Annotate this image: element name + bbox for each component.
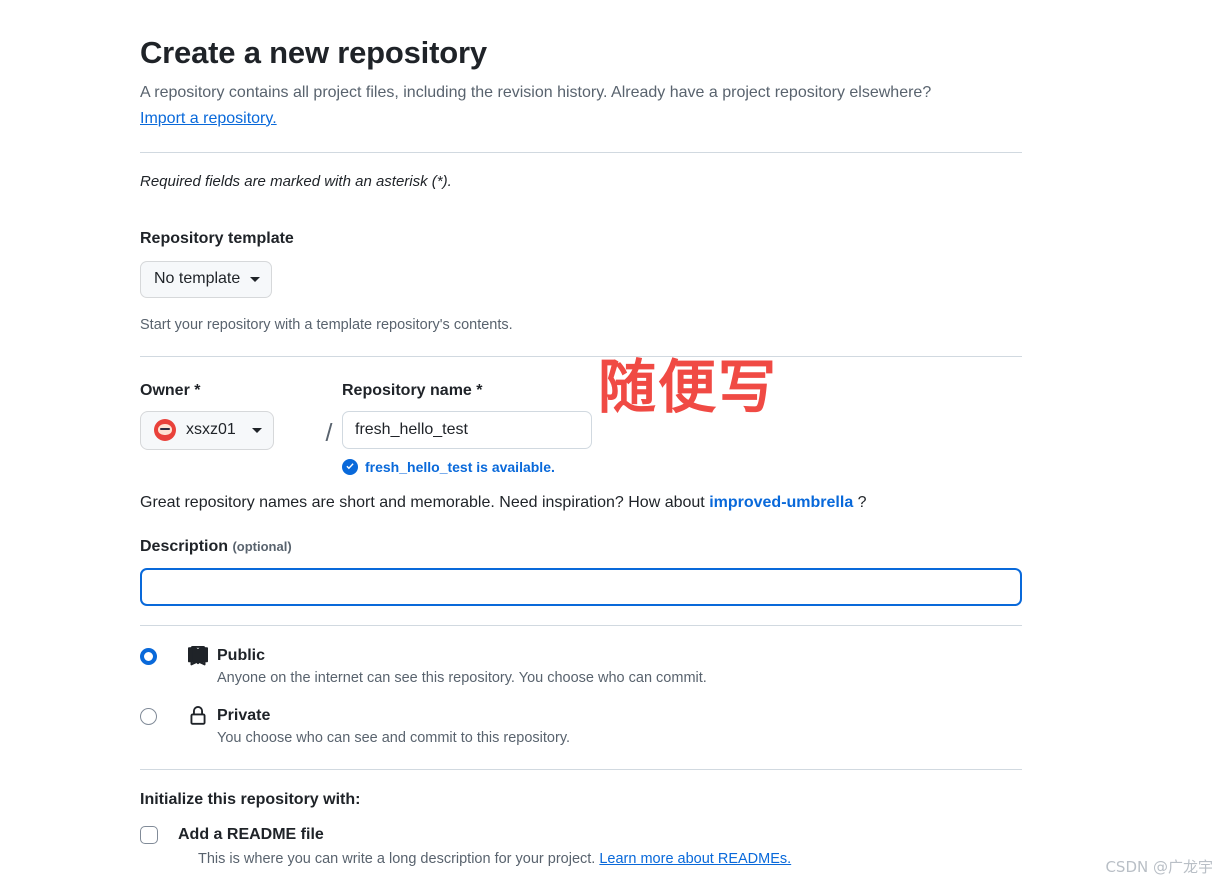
description-input[interactable] [140,567,1022,606]
inspiration-text: Great repository names are short and mem… [140,490,980,516]
chevron-down-icon [250,276,261,282]
visibility-option-public[interactable]: Public Anyone on the internet can see th… [140,645,1022,688]
repository-template-select[interactable]: No template [140,260,273,298]
owner-selected-value: xsxz01 [186,421,236,439]
create-repository-page: Create a new repository A repository con… [0,0,1227,885]
visibility-section: Public Anyone on the internet can see th… [140,645,1022,748]
description-label: Description (optional) [140,536,1022,558]
private-option-text: Private You choose who can see and commi… [217,705,570,748]
initialize-label: Initialize this repository with: [140,790,361,808]
description-optional-tag: (optional) [232,538,292,554]
divider-header [140,151,1022,153]
divider-template [140,355,1022,357]
private-title: Private [217,706,271,724]
owner-and-name-section: Owner * xsxz01 / Repository name * fresh… [140,380,1022,516]
owner-label: Owner * [140,381,201,399]
readme-checkbox[interactable] [140,825,158,844]
chevron-down-icon [251,427,262,433]
owner-select[interactable]: xsxz01 [140,410,274,450]
repository-name-input[interactable] [342,410,592,449]
repository-name-field: Repository name * fresh_hello_test is av… [342,380,592,476]
repository-name-label: Repository name * [342,381,483,399]
repository-template-section: Repository template No template Start yo… [140,228,1022,335]
public-radio[interactable] [140,647,157,665]
initialize-section: Initialize this repository with: Add a R… [140,789,1022,869]
divider-visibility [140,768,1022,770]
slash-separator: / [325,418,333,447]
suggested-name-link[interactable]: improved-umbrella [709,494,853,511]
repository-name-availability: fresh_hello_test is available. [342,458,592,476]
repository-template-help: Start your repository with a template re… [140,316,513,333]
private-description: You choose who can see and commit to thi… [217,729,571,746]
readme-option[interactable]: Add a README file This is where you can … [140,824,1022,869]
avatar [154,419,176,442]
readme-learn-more-link[interactable]: Learn more about READMEs. [599,851,791,867]
private-radio[interactable] [140,707,157,725]
red-annotation: 随便写 [598,353,779,421]
availability-text: fresh_hello_test is available. [365,458,555,475]
page-description-text: A repository contains all project files,… [140,83,932,101]
inspiration-prefix: Great repository names are short and mem… [140,493,705,511]
page-description: A repository contains all project files,… [140,80,980,132]
divider-description [140,624,1022,626]
public-description: Anyone on the internet can see this repo… [217,669,707,686]
page-title: Create a new repository [140,35,487,70]
owner-field: Owner * xsxz01 [140,380,316,450]
readme-description-text: This is where you can write a long descr… [198,850,596,867]
readme-option-text: Add a README file This is where you can … [178,824,791,869]
owner-name-separator: / [316,380,342,446]
inspiration-suffix: ? [857,493,867,511]
visibility-option-private[interactable]: Private You choose who can see and commi… [140,705,1022,748]
repository-template-label: Repository template [140,229,294,247]
import-repository-link[interactable]: Import a repository. [140,110,277,127]
readme-title: Add a README file [178,825,324,843]
readme-description: This is where you can write a long descr… [198,849,791,869]
check-circle-icon [342,458,358,475]
csdn-watermark: CSDN @广龙宇 [1105,858,1213,876]
repository-template-selected-value: No template [154,270,241,288]
new-repository-form: Create a new repository A repository con… [140,0,1022,885]
public-option-text: Public Anyone on the internet can see th… [217,645,707,688]
required-fields-note: Required fields are marked with an aster… [140,172,452,190]
description-label-text: Description [140,537,229,555]
repo-book-icon [185,645,211,666]
description-section: Description (optional) [140,536,1022,606]
public-title: Public [217,646,266,664]
lock-icon [185,705,211,726]
